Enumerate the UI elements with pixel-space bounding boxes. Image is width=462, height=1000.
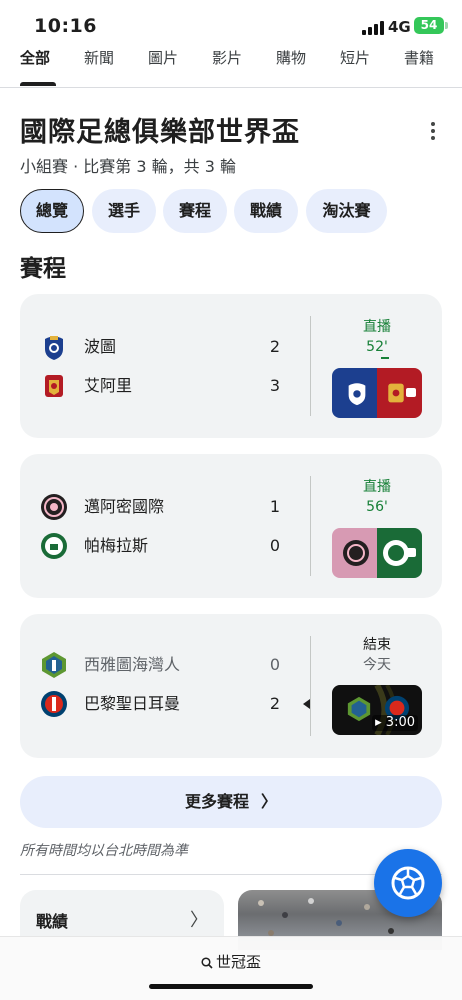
card-divider [310,636,311,736]
bottom-search-query[interactable]: 世冠盃 [0,951,462,972]
inter-miami-crest-icon [343,540,369,566]
match-minute: 52' [366,339,388,355]
chip-knockout[interactable]: 淘汰賽 [306,189,387,233]
bottom-search-bar[interactable]: 世冠盃 [0,936,462,1000]
more-options-icon[interactable] [424,122,442,142]
tab-all[interactable]: 全部 [20,46,50,74]
chevron-right-icon: 〉 [261,792,278,811]
match-video-thumbnail[interactable] [332,368,422,418]
search-query-text: 世冠盃 [215,953,261,971]
psg-crest-icon [41,691,67,717]
card-divider [310,476,311,576]
tab-books[interactable]: 書籍 [404,46,434,74]
network-type: 4G [388,18,411,36]
more-matches-button[interactable]: 更多賽程〉 [20,776,442,828]
match-highlight-thumbnail[interactable]: ▸ 3:00 [332,685,422,735]
battery-cap [445,22,448,29]
away-team-score: 2 [269,694,281,713]
more-matches-label: 更多賽程 [184,792,249,811]
seattle-sounders-crest-icon [42,652,66,678]
soccer-ball-icon [391,866,425,900]
home-team-score: 0 [269,655,281,674]
chip-overview[interactable]: 總覽 [20,189,84,233]
standings-card-label: 戰績 [36,912,69,931]
battery-icon: 54 [414,17,444,34]
match-card[interactable]: 西雅圖海灣人 0 巴黎聖日耳曼 2 結束 今天 ▸ 3:00 [20,614,442,758]
chip-players[interactable]: 選手 [92,189,156,233]
match-minute: 56' [366,499,388,515]
soccer-ball-fab[interactable] [374,849,442,917]
winner-arrow-icon [303,699,310,709]
al-ahly-crest-icon [45,375,63,397]
fc-porto-crest-icon [348,383,366,406]
chevron-right-icon: 〉 [190,910,208,931]
home-team-name: 西雅圖海灣人 [84,655,181,674]
away-team-name: 帕梅拉斯 [84,536,149,555]
search-icon [201,956,213,969]
tab-images[interactable]: 圖片 [148,46,178,74]
match-video-thumbnail[interactable] [332,528,422,578]
video-duration-text: 3:00 [385,715,415,730]
al-ahly-crest-icon [388,383,404,403]
inter-miami-crest-icon [41,494,67,520]
chip-standings[interactable]: 戰績 [234,189,298,233]
match-status-live: 直播 [363,479,391,495]
status-time: 10:16 [34,15,97,37]
away-team-name: 巴黎聖日耳曼 [84,694,181,713]
live-indicator [381,357,389,359]
seattle-sounders-crest-icon [347,696,371,722]
tab-news[interactable]: 新聞 [84,46,114,74]
palmeiras-crest-icon [41,533,67,559]
away-team-name: 艾阿里 [84,376,133,395]
match-status-live: 直播 [363,319,391,335]
away-team-score: 0 [269,536,281,555]
cellular-signal-icon [362,21,384,35]
home-team-score: 2 [269,337,281,356]
video-badge-icon [406,388,416,397]
tab-shorts[interactable]: 短片 [340,46,370,74]
timezone-footnote: 所有時間均以台北時間為準 [20,843,188,859]
card-divider [310,316,311,416]
page-title: 國際足總俱樂部世界盃 [20,117,300,148]
tab-shopping[interactable]: 購物 [276,46,306,74]
chip-schedule[interactable]: 賽程 [163,189,227,233]
home-team-name: 波圖 [84,337,117,356]
status-bar: 10:16 4G 54 [0,0,462,46]
home-team-name: 邁阿密國際 [84,497,165,516]
video-badge-icon [406,548,416,557]
page-subtitle: 小組賽 · 比賽第 3 輪，共 3 輪 [20,157,236,176]
home-team-score: 1 [269,497,281,516]
fc-porto-crest-icon [45,336,63,360]
match-card[interactable]: 波圖 2 艾阿里 3 直播 52' [20,294,442,438]
away-team-score: 3 [269,376,281,395]
match-date: 今天 [363,657,391,673]
video-duration: ▸ 3:00 [372,715,418,731]
search-category-tabs: 全部 新聞 圖片 影片 購物 短片 書籍 [0,46,462,88]
match-status-final: 結束 [363,637,391,653]
active-tab-indicator [20,82,56,86]
section-title-schedule: 賽程 [20,256,66,282]
tab-videos[interactable]: 影片 [212,46,242,74]
match-card[interactable]: 邁阿密國際 1 帕梅拉斯 0 直播 56' [20,454,442,598]
home-indicator [149,984,313,989]
